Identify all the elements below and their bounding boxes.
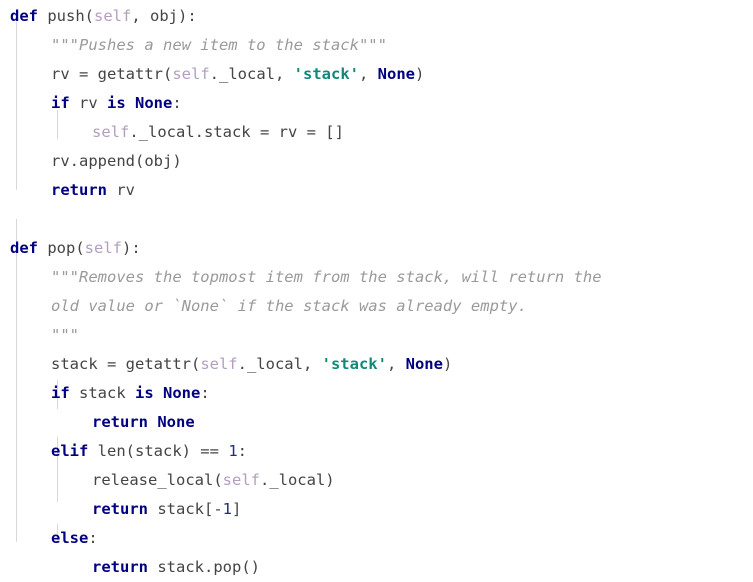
code-token-nm: stack.pop()	[148, 558, 260, 576]
code-lines-container: def push(self, obj): """Pushes a new item…	[0, 0, 753, 582]
code-token-kw: if	[51, 384, 70, 402]
code-token-self: self	[200, 355, 238, 373]
code-line[interactable]: old value or `None` if the stack was alr…	[0, 292, 753, 321]
code-token-nm: stack	[69, 384, 135, 402]
code-line[interactable]: rv.append(obj)	[0, 147, 753, 176]
code-token-nm: ._local,	[209, 65, 294, 83]
code-token-nm: :	[200, 384, 210, 402]
code-line[interactable]: return stack.pop()	[0, 553, 753, 582]
code-token-kw: None	[405, 355, 443, 373]
code-line[interactable]: elif len(stack) == 1:	[0, 437, 753, 466]
code-token-nm: :	[237, 442, 247, 460]
code-token-kw: elif	[51, 442, 89, 460]
code-token-self: self	[84, 239, 122, 257]
code-token-self: self	[172, 65, 210, 83]
code-token-kw: else	[51, 529, 89, 547]
code-token-self: self	[94, 7, 132, 25]
code-line[interactable]: """	[0, 321, 753, 350]
code-line[interactable]: else:	[0, 524, 753, 553]
code-token-nm: push	[38, 7, 85, 25]
code-token-kw: None	[377, 65, 415, 83]
code-token-punct: (	[84, 7, 95, 25]
code-line[interactable]: self._local.stack = rv = []	[0, 118, 753, 147]
code-line[interactable]: return None	[0, 408, 753, 437]
code-token-kw: def	[10, 239, 38, 257]
code-token-doc: """Pushes a new item to the stack"""	[51, 36, 387, 54]
code-token-kw: return None	[92, 413, 195, 431]
code-line[interactable]: """Removes the topmost item from the sta…	[0, 263, 753, 292]
code-token-str: 'stack'	[293, 65, 359, 83]
code-token-kw: if	[51, 94, 70, 112]
code-line[interactable]: def push(self, obj):	[0, 2, 753, 31]
code-line[interactable]: if rv is None:	[0, 89, 753, 118]
code-token-nm: ]	[232, 500, 242, 518]
code-token-nm: ,	[386, 355, 406, 373]
code-line[interactable]: release_local(self._local)	[0, 466, 753, 495]
code-line[interactable]: return stack[-1]	[0, 495, 753, 524]
code-token-nm: rv.append(obj)	[51, 152, 182, 170]
code-token-nm: ._local.stack = rv = []	[129, 123, 344, 141]
code-viewer[interactable]: def push(self, obj): """Pushes a new item…	[0, 0, 753, 576]
code-token-kw: is None	[107, 94, 173, 112]
code-line[interactable]: if stack is None:	[0, 379, 753, 408]
code-token-nm: )	[442, 355, 453, 373]
code-token-nm: :	[172, 94, 182, 112]
code-line[interactable]: return rv	[0, 176, 753, 205]
code-token-nm: )	[414, 65, 425, 83]
code-token-nm: ._local,	[237, 355, 322, 373]
code-token-str: 'stack'	[321, 355, 387, 373]
code-token-kw: is None	[135, 384, 201, 402]
code-token-nm: stack[-	[148, 500, 223, 518]
code-token-nm: stack = getattr(	[51, 355, 201, 373]
code-line[interactable]: stack = getattr(self._local, 'stack', No…	[0, 350, 753, 379]
code-token-nm: rv	[69, 94, 107, 112]
code-token-kw: return	[92, 558, 148, 576]
code-token-num: 1	[222, 500, 232, 518]
code-token-nm: , obj):	[131, 7, 197, 25]
code-token-nm: len(stack) ==	[88, 442, 229, 460]
code-token-punct: (	[75, 239, 85, 257]
code-token-doc: """	[51, 326, 79, 344]
code-token-kw: def	[10, 7, 38, 25]
code-line[interactable]: """Pushes a new item to the stack"""	[0, 31, 753, 60]
code-line[interactable]: rv = getattr(self._local, 'stack', None)	[0, 60, 753, 89]
code-token-doc: """Removes the topmost item from the sta…	[51, 268, 602, 286]
code-token-nm: rv = getattr(	[51, 65, 173, 83]
code-token-nm: pop	[38, 239, 76, 257]
code-token-self: self	[222, 471, 260, 489]
code-token-kw: return	[51, 181, 107, 199]
code-token-doc: old value or `None` if the stack was alr…	[51, 297, 527, 315]
code-token-num: 1	[228, 442, 238, 460]
code-token-nm: rv	[107, 181, 135, 199]
code-line[interactable]: def pop(self):	[0, 234, 753, 263]
code-token-nm: release_local(	[92, 471, 223, 489]
code-token-nm: ):	[122, 239, 141, 257]
code-token-self: self	[92, 123, 130, 141]
code-token-nm: ,	[358, 65, 378, 83]
code-token-nm: :	[88, 529, 98, 547]
code-token-kw: return	[92, 500, 148, 518]
code-token-nm: ._local)	[259, 471, 335, 489]
